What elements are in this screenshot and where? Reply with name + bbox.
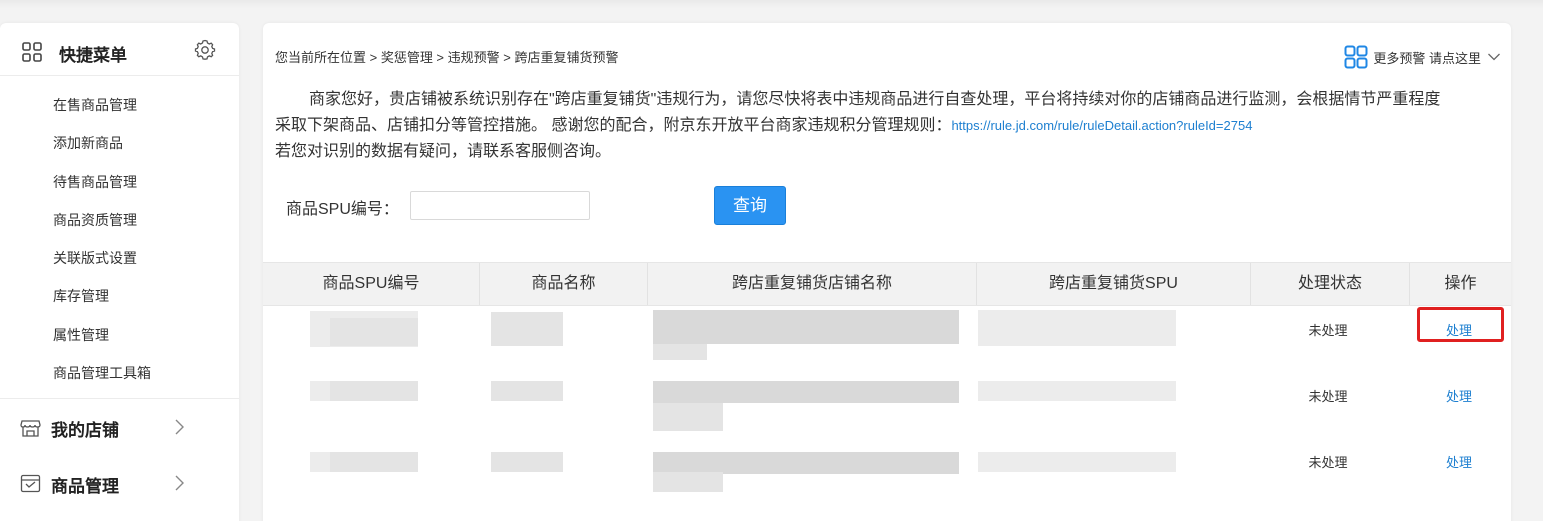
table-row: 未处理 处理 <box>263 381 1511 452</box>
rule-link[interactable]: https://rule.jd.com/rule/ruleDetail.acti… <box>951 118 1252 133</box>
redacted-spu <box>330 318 418 346</box>
sidebar-item-pending-sale[interactable]: 待售商品管理 <box>0 163 239 201</box>
sidebar-item-add-product[interactable]: 添加新商品 <box>0 124 239 162</box>
violation-notice: 商家您好，贵店铺被系统识别存在"跨店重复铺货"违规行为，请您尽快将表中违规商品进… <box>275 87 1505 165</box>
sidebar-item-attributes[interactable]: 属性管理 <box>0 316 239 354</box>
sidebar-title: 快捷菜单 <box>59 46 127 65</box>
top-bar <box>0 0 1543 8</box>
status-text: 未处理 <box>1308 389 1348 404</box>
redacted-product-name <box>491 381 563 401</box>
sidebar-header: 快捷菜单 <box>0 23 239 76</box>
column-header-spu: 商品SPU编号 <box>263 263 480 305</box>
redacted-store-name <box>653 381 959 403</box>
status-text: 未处理 <box>1308 323 1348 338</box>
sidebar-group-goods-management[interactable]: 商品管理 <box>0 455 239 511</box>
redacted-duplicate-spu <box>978 381 1176 401</box>
goods-icon <box>20 474 41 493</box>
column-header-product-name: 商品名称 <box>480 263 648 305</box>
chevron-down-icon <box>1488 53 1500 61</box>
more-warnings-link[interactable]: 更多预警 请点这里 <box>1344 45 1501 69</box>
sidebar-item-on-sale[interactable]: 在售商品管理 <box>0 86 239 124</box>
sidebar-item-layout-settings[interactable]: 关联版式设置 <box>0 239 239 277</box>
process-link[interactable]: 处理 <box>1429 386 1489 405</box>
breadcrumb: 您当前所在位置 > 奖惩管理 > 违规预警 > 跨店重复铺货预警 <box>275 50 619 65</box>
redacted-duplicate-spu <box>978 452 1176 472</box>
sidebar-item-toolbox[interactable]: 商品管理工具箱 <box>0 354 239 392</box>
sidebar-menu: 在售商品管理 添加新商品 待售商品管理 商品资质管理 关联版式设置 库存管理 属… <box>0 76 239 399</box>
table-row: 未处理 处理 <box>263 307 1511 386</box>
status-text: 未处理 <box>1308 455 1348 470</box>
column-header-store-name: 跨店重复铺货店铺名称 <box>648 263 977 305</box>
sidebar-group-label: 我的店铺 <box>51 421 119 440</box>
spu-search-label: 商品SPU编号： <box>286 201 399 218</box>
redacted-spu <box>330 452 418 472</box>
chevron-right-icon <box>175 419 184 435</box>
redacted-product-name <box>491 452 563 472</box>
redacted-store-name <box>653 472 723 492</box>
redacted-store-name <box>653 403 723 431</box>
more-warnings-label: 更多预警 请点这里 <box>1373 50 1481 66</box>
query-button[interactable]: 查询 <box>714 186 786 225</box>
process-link[interactable]: 处理 <box>1429 452 1489 471</box>
column-header-action: 操作 <box>1444 275 1477 292</box>
redacted-spu <box>330 381 418 401</box>
process-link[interactable]: 处理 <box>1429 320 1489 339</box>
grid-menu-icon <box>22 42 42 62</box>
notice-line-2: 采取下架商品、店铺扣分等管控措施。 感谢您的配合，附京东开放平台商家违规积分管理… <box>275 117 1253 134</box>
redacted-store-name <box>653 344 707 360</box>
spu-search-input[interactable] <box>410 191 590 220</box>
sidebar-item-qualification[interactable]: 商品资质管理 <box>0 201 239 239</box>
table-header: 商品SPU编号 商品名称 跨店重复铺货店铺名称 跨店重复铺货SPU 处理状态 操… <box>263 262 1511 306</box>
table-row: 未处理 处理 <box>263 452 1511 518</box>
redacted-product-name <box>491 312 563 346</box>
gear-icon[interactable] <box>194 39 216 61</box>
redacted-store-name <box>653 452 959 474</box>
sidebar-group-label: 商品管理 <box>51 477 119 496</box>
redacted-duplicate-spu <box>978 310 1176 346</box>
notice-line-3: 若您对识别的数据有疑问，请联系客服侧咨询。 <box>275 143 612 160</box>
chevron-right-icon <box>175 475 184 491</box>
column-header-duplicate-spu: 跨店重复铺货SPU <box>977 263 1251 305</box>
sidebar-item-inventory[interactable]: 库存管理 <box>0 277 239 315</box>
store-icon <box>20 420 41 437</box>
redacted-store-name <box>653 310 959 344</box>
notice-line-1: 商家您好，贵店铺被系统识别存在"跨店重复铺货"违规行为，请您尽快将表中违规商品进… <box>309 91 1441 108</box>
sidebar-group-my-store[interactable]: 我的店铺 <box>0 399 239 455</box>
column-header-status: 处理状态 <box>1251 263 1410 305</box>
grid-menu-icon <box>1344 45 1368 69</box>
sidebar: 快捷菜单 在售商品管理 添加新商品 待售商品管理 商品资质管理 关联版式设置 库… <box>0 23 239 521</box>
main-panel: 您当前所在位置 > 奖惩管理 > 违规预警 > 跨店重复铺货预警 更多预警 请点… <box>263 23 1511 521</box>
